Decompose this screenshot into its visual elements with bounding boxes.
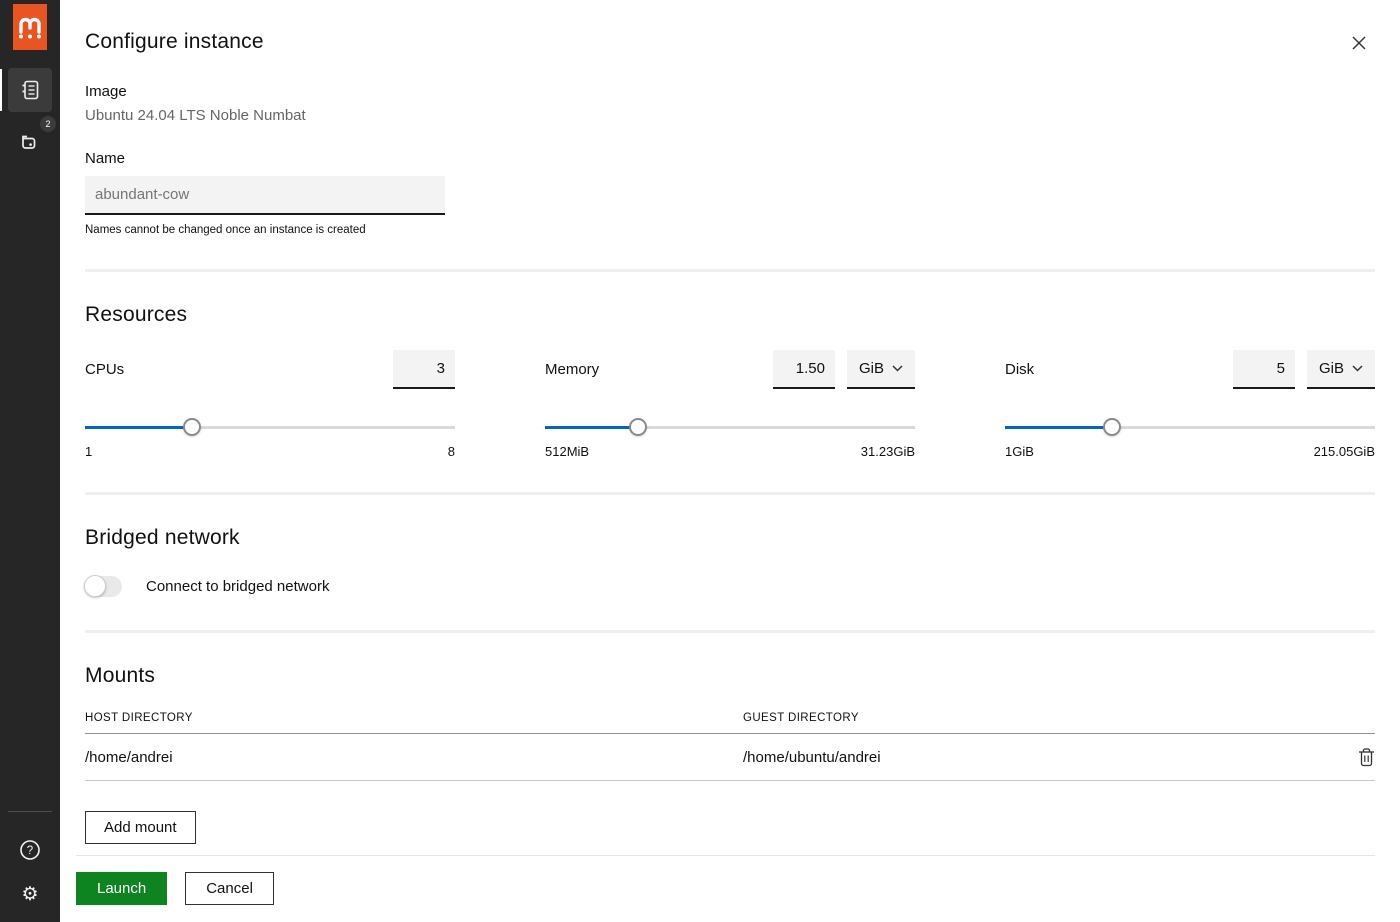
disk-unit-select[interactable]: GiB — [1307, 350, 1375, 389]
memory-slider-thumb[interactable] — [629, 418, 647, 436]
cpus-slider[interactable] — [85, 418, 455, 436]
name-label: Name — [85, 150, 1375, 167]
resources-title: Resources — [85, 303, 1375, 327]
launch-button[interactable]: Launch — [76, 872, 167, 905]
disk-label: Disk — [1005, 361, 1233, 378]
bridged-network-row: Connect to bridged network — [85, 576, 1375, 597]
add-mount-button[interactable]: Add mount — [85, 811, 196, 844]
bridged-network-toggle[interactable] — [85, 576, 122, 597]
close-button[interactable] — [1350, 34, 1368, 52]
sidebar-item-instances[interactable]: 2 — [8, 120, 52, 164]
mounts-title: Mounts — [85, 664, 1375, 688]
disk-max-label: 215.05GiB — [1314, 444, 1375, 459]
instances-icon — [18, 131, 42, 153]
page-title: Configure instance — [85, 30, 1375, 54]
disk-slider[interactable] — [1005, 418, 1375, 436]
svg-text:?: ? — [27, 845, 33, 857]
bridged-network-toggle-label: Connect to bridged network — [146, 578, 329, 595]
cpus-label: CPUs — [85, 361, 393, 378]
cancel-button[interactable]: Cancel — [185, 872, 274, 905]
section-divider — [85, 269, 1375, 272]
image-value: Ubuntu 24.04 LTS Noble Numbat — [85, 107, 1375, 124]
memory-slider[interactable] — [545, 418, 915, 436]
gear-icon: ⚙ — [21, 885, 38, 904]
slider-fill — [85, 426, 192, 429]
section-divider — [85, 630, 1375, 633]
section-divider — [85, 492, 1375, 495]
chevron-down-icon — [1352, 365, 1363, 372]
name-input[interactable] — [85, 176, 445, 215]
resources-grid: CPUs 1 8 Memory — [85, 349, 1375, 459]
cpus-input[interactable] — [393, 350, 455, 389]
slider-fill — [545, 426, 638, 429]
sidebar-divider — [8, 811, 52, 812]
cpus-slider-thumb[interactable] — [183, 418, 201, 436]
footer: Launch Cancel — [60, 855, 1400, 922]
mounts-table-header: HOST DIRECTORY GUEST DIRECTORY — [85, 712, 1375, 734]
mount-table-row: /home/andrei /home/ubuntu/andrei — [85, 734, 1375, 781]
form-content: Configure instance Image Ubuntu 24.04 LT… — [60, 0, 1400, 844]
multipass-logo-icon — [18, 14, 42, 40]
delete-mount-button[interactable] — [1358, 748, 1375, 767]
disk-min-label: 1GiB — [1005, 444, 1034, 459]
image-label: Image — [85, 83, 1375, 100]
disk-field: Disk GiB 1GiB 215.05GiB — [1005, 349, 1375, 459]
help-button[interactable]: ? — [10, 830, 50, 870]
mount-host-directory: /home/andrei — [85, 749, 743, 766]
cpus-max-label: 8 — [448, 444, 455, 459]
toggle-knob — [84, 575, 106, 597]
configure-instance-panel: Configure instance Image Ubuntu 24.04 LT… — [60, 0, 1400, 922]
sidebar-item-catalogue[interactable] — [8, 68, 52, 112]
memory-unit-select[interactable]: GiB — [847, 350, 915, 389]
memory-max-label: 31.23GiB — [861, 444, 915, 459]
memory-label: Memory — [545, 361, 773, 378]
chevron-down-icon — [892, 365, 903, 372]
trash-icon — [1358, 748, 1375, 767]
multipass-logo[interactable] — [13, 4, 47, 50]
mount-guest-directory: /home/ubuntu/andrei — [743, 749, 1345, 766]
cpus-min-label: 1 — [85, 444, 92, 459]
disk-unit-value: GiB — [1319, 360, 1344, 377]
memory-field: Memory GiB 512MiB 31.23Gi — [545, 349, 915, 459]
memory-min-label: 512MiB — [545, 444, 589, 459]
memory-input[interactable] — [773, 350, 835, 389]
settings-button[interactable]: ⚙ — [10, 874, 50, 914]
disk-input[interactable] — [1233, 350, 1295, 389]
catalogue-icon — [19, 79, 41, 101]
help-icon: ? — [19, 839, 41, 861]
memory-unit-value: GiB — [859, 360, 884, 377]
close-icon — [1350, 34, 1368, 52]
cpus-field: CPUs 1 8 — [85, 349, 455, 459]
sidebar-bottom: ? ⚙ — [0, 811, 60, 922]
slider-fill — [1005, 426, 1112, 429]
bridged-network-title: Bridged network — [85, 526, 1375, 550]
guest-directory-column-header: GUEST DIRECTORY — [743, 712, 1345, 724]
name-helper-text: Names cannot be changed once an instance… — [85, 224, 1375, 236]
disk-slider-thumb[interactable] — [1103, 418, 1121, 436]
mounts-table: HOST DIRECTORY GUEST DIRECTORY /home/and… — [85, 712, 1375, 781]
host-directory-column-header: HOST DIRECTORY — [85, 712, 743, 724]
sidebar: 2 ? ⚙ — [0, 0, 60, 922]
instances-count-badge: 2 — [40, 116, 56, 132]
